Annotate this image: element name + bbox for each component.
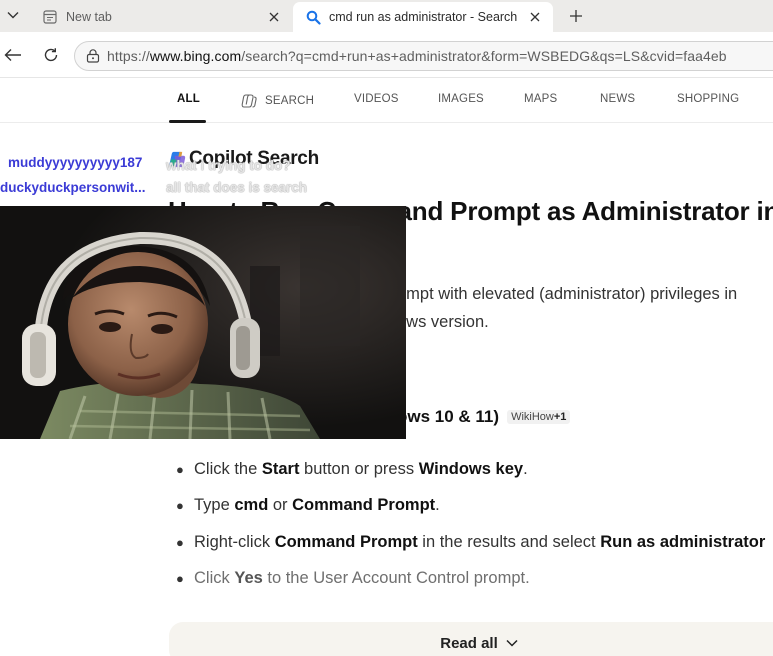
step-text: Click Yes to the User Account Control pr… bbox=[194, 569, 530, 588]
source-badge[interactable]: WikiHow+1 bbox=[507, 410, 571, 424]
webcam-overlay bbox=[0, 206, 406, 439]
scope-news[interactable]: NEWS bbox=[600, 93, 635, 105]
step-text: Type cmd or Command Prompt. bbox=[194, 496, 440, 515]
source-name: WikiHow bbox=[511, 411, 554, 423]
list-item: ● Click the Start button or press Window… bbox=[176, 451, 773, 488]
site-info-lock-icon[interactable] bbox=[85, 48, 101, 64]
tab-close-icon[interactable] bbox=[266, 9, 282, 25]
list-item: ● Type cmd or Command Prompt. bbox=[176, 488, 773, 525]
step-text: Right-click Command Prompt in the result… bbox=[194, 532, 766, 551]
scope-images[interactable]: IMAGES bbox=[438, 93, 484, 105]
chat-message: what i trying to do? bbox=[166, 158, 291, 173]
new-tab-page-icon bbox=[42, 9, 58, 25]
chat-username: duckyduckpersonwit... bbox=[0, 180, 146, 195]
copilot-search-icon bbox=[241, 93, 259, 109]
search-scopes-bar: ALL SEARCH VIDEOS IMAGES MAPS NEWS SHOPP… bbox=[0, 78, 773, 123]
bullet: ● bbox=[176, 534, 184, 550]
chat-message: all that does is search bbox=[166, 180, 308, 195]
back-arrow-icon[interactable] bbox=[2, 44, 24, 66]
streamer-webcam-image bbox=[0, 206, 406, 439]
url-scheme: https:// bbox=[107, 48, 150, 64]
chevron-down-icon bbox=[506, 639, 518, 647]
active-scope-underline bbox=[169, 120, 206, 123]
url-domain: www.bing.com bbox=[149, 48, 242, 64]
bullet: ● bbox=[176, 571, 184, 587]
scope-all[interactable]: ALL bbox=[177, 93, 200, 105]
new-tab-plus-icon[interactable] bbox=[564, 4, 588, 28]
refresh-icon[interactable] bbox=[40, 44, 62, 66]
bullet: ● bbox=[176, 498, 184, 514]
scope-videos[interactable]: VIDEOS bbox=[354, 93, 399, 105]
tab-actions-chevron-icon[interactable] bbox=[4, 5, 22, 25]
step-text: Click the Start button or press Windows … bbox=[194, 459, 528, 478]
address-url: https://www.bing.com/search?q=cmd+run+as… bbox=[107, 48, 727, 64]
browser-toolbar: https://www.bing.com/search?q=cmd+run+as… bbox=[0, 32, 773, 78]
tab-new-tab[interactable]: New tab bbox=[30, 2, 292, 32]
scope-search-label: SEARCH bbox=[265, 95, 315, 107]
subheading-text: ows 10 & 11) bbox=[397, 407, 500, 426]
bullet: ● bbox=[176, 461, 184, 477]
tab-strip: New tab cmd run as administrator - Searc… bbox=[0, 0, 773, 32]
tab-bing-search[interactable]: cmd run as administrator - Search bbox=[293, 2, 553, 32]
scope-search[interactable]: SEARCH bbox=[241, 93, 314, 109]
read-all-button[interactable]: Read all bbox=[169, 622, 773, 656]
address-bar[interactable]: https://www.bing.com/search?q=cmd+run+as… bbox=[74, 41, 773, 71]
scope-maps[interactable]: MAPS bbox=[524, 93, 557, 105]
answer-subheading: ows 10 & 11) WikiHow+1 bbox=[397, 407, 571, 427]
answer-steps-list: ● Click the Start button or press Window… bbox=[176, 451, 773, 597]
url-path: /search?q=cmd+run+as+administrator&form=… bbox=[241, 48, 727, 64]
list-item: ● Right-click Command Prompt in the resu… bbox=[176, 524, 773, 561]
tab-title: New tab bbox=[66, 10, 112, 24]
read-all-label: Read all bbox=[440, 634, 498, 652]
tab-title: cmd run as administrator - Search bbox=[329, 10, 518, 24]
chat-username: muddyyyyyyyyyy187 bbox=[8, 155, 143, 170]
search-icon bbox=[305, 9, 321, 25]
source-count: +1 bbox=[553, 411, 567, 423]
tab-close-icon[interactable] bbox=[527, 9, 543, 25]
list-item: ● Click Yes to the User Account Control … bbox=[176, 561, 773, 598]
scope-shopping[interactable]: SHOPPING bbox=[677, 93, 739, 105]
